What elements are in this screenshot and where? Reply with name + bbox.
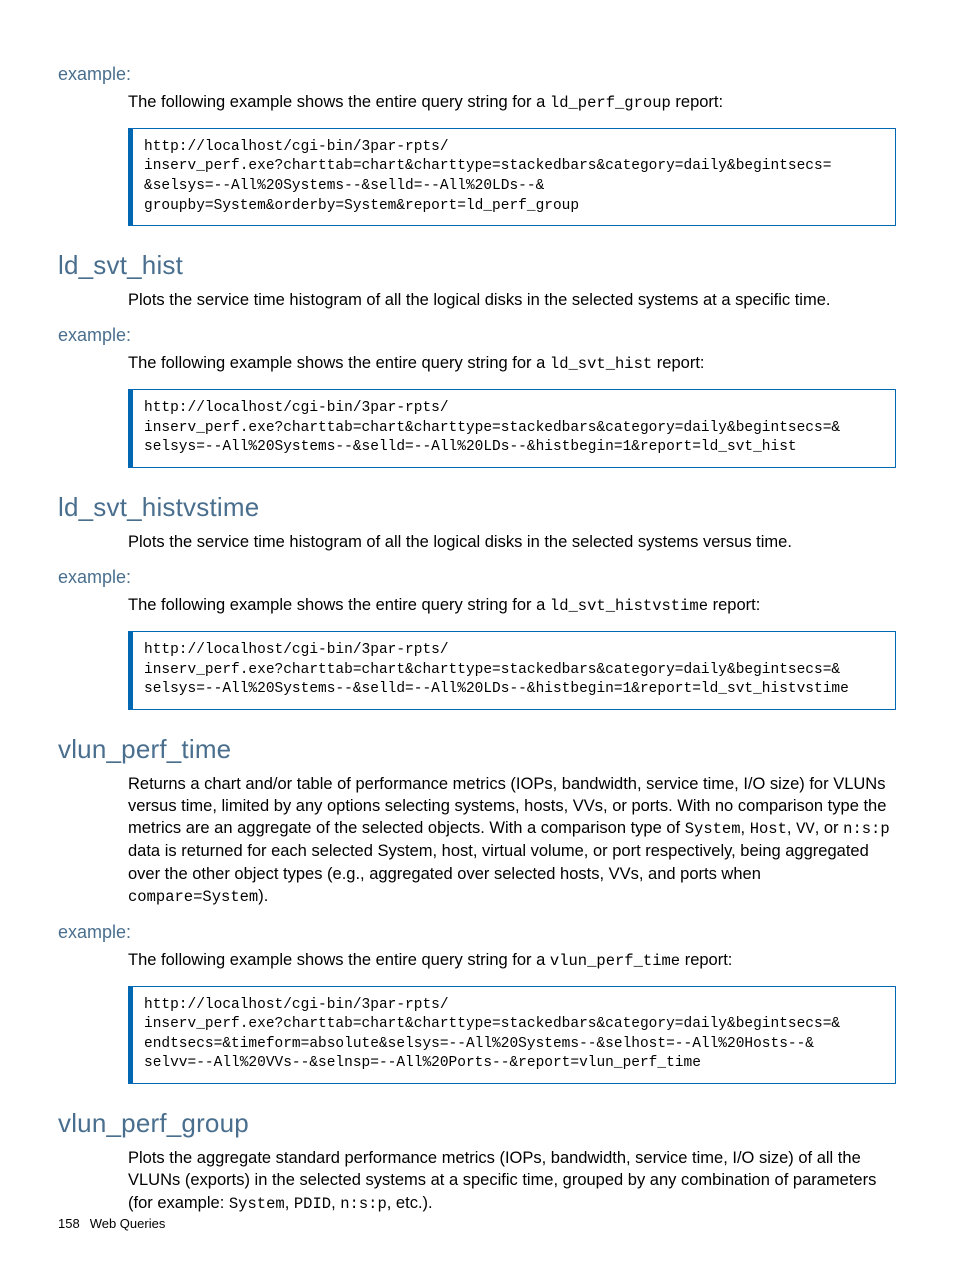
example-label: example: (58, 922, 896, 943)
inline-code: Host (750, 820, 787, 838)
code-block: http://localhost/cgi-bin/3par-rpts/ inse… (128, 389, 896, 468)
intro-suffix: report: (652, 354, 704, 372)
section-desc: Plots the aggregate standard performance… (128, 1147, 896, 1214)
intro-prefix: The following example shows the entire q… (128, 951, 550, 969)
inline-code: n:s:p (843, 820, 890, 838)
inline-code: VV (796, 820, 815, 838)
example-intro: The following example shows the entire q… (128, 91, 896, 114)
page-number: 158 (58, 1216, 80, 1231)
section-heading-ld-svt-histvstime: ld_svt_histvstime (58, 492, 896, 523)
code-block: http://localhost/cgi-bin/3par-rpts/ inse… (128, 128, 896, 226)
intro-code: ld_svt_hist (550, 355, 652, 373)
intro-prefix: The following example shows the entire q… (128, 596, 550, 614)
intro-suffix: report: (680, 951, 732, 969)
inline-code: compare=System (128, 888, 258, 906)
example-label: example: (58, 64, 896, 85)
intro-code: ld_perf_group (550, 94, 671, 112)
intro-suffix: report: (671, 93, 723, 111)
intro-prefix: The following example shows the entire q… (128, 93, 550, 111)
example-intro: The following example shows the entire q… (128, 352, 896, 375)
intro-code: ld_svt_histvstime (550, 597, 708, 615)
example-intro: The following example shows the entire q… (128, 949, 896, 972)
example-label: example: (58, 325, 896, 346)
section-heading-vlun-perf-group: vlun_perf_group (58, 1108, 896, 1139)
code-block: http://localhost/cgi-bin/3par-rpts/ inse… (128, 631, 896, 710)
intro-prefix: The following example shows the entire q… (128, 354, 550, 372)
example-label: example: (58, 567, 896, 588)
intro-suffix: report: (708, 596, 760, 614)
example-intro: The following example shows the entire q… (128, 594, 896, 617)
page-footer: 158 Web Queries (58, 1216, 165, 1231)
inline-code: n:s:p (340, 1195, 387, 1213)
inline-code: PDID (294, 1195, 331, 1213)
inline-code: System (229, 1195, 285, 1213)
page-content: example: The following example shows the… (0, 0, 954, 1214)
section-desc: Plots the service time histogram of all … (128, 289, 896, 311)
inline-code: System (685, 820, 741, 838)
footer-title: Web Queries (90, 1216, 166, 1231)
section-desc: Plots the service time histogram of all … (128, 531, 896, 553)
section-desc: Returns a chart and/or table of performa… (128, 773, 896, 908)
intro-code: vlun_perf_time (550, 952, 680, 970)
section-heading-ld-svt-hist: ld_svt_hist (58, 250, 896, 281)
code-block: http://localhost/cgi-bin/3par-rpts/ inse… (128, 986, 896, 1084)
section-heading-vlun-perf-time: vlun_perf_time (58, 734, 896, 765)
